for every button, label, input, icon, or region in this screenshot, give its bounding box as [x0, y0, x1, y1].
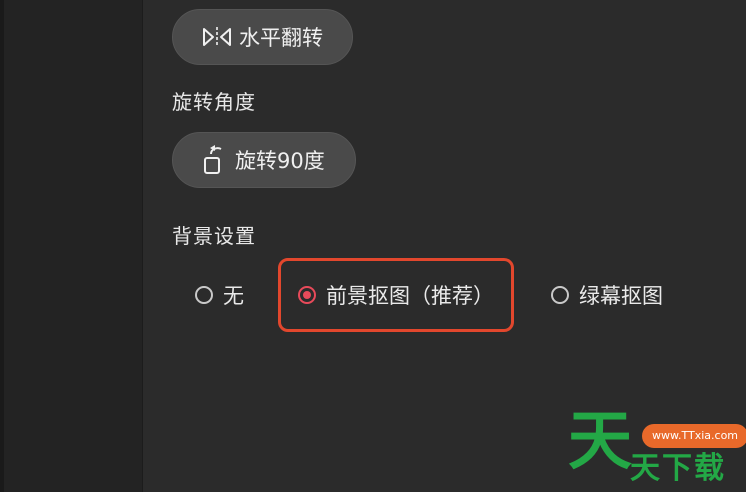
rotation-section-label: 旋转角度 [172, 90, 256, 114]
radio-button[interactable] [195, 286, 213, 304]
watermark-url: www.TTxia.com [642, 424, 746, 448]
flip-horizontal-icon [201, 25, 233, 49]
background-option-foreground-cutout[interactable]: 前景抠图（推荐） [298, 280, 494, 310]
rotate-icon [201, 144, 229, 176]
background-option-foreground-label: 前景抠图（推荐） [326, 284, 494, 308]
background-option-none-label: 无 [223, 284, 244, 308]
left-sidebar [0, 0, 143, 492]
rotate-90-button[interactable]: 旋转90度 [172, 132, 356, 188]
rotate-90-label: 旋转90度 [235, 149, 325, 173]
watermark-big-char: 天 [568, 405, 632, 479]
watermark-text: 天下载 [630, 451, 726, 486]
radio-button-selected[interactable] [298, 286, 316, 304]
watermark-logo: 天 www.TTxia.com 天下载 [568, 410, 746, 490]
background-option-none[interactable]: 无 [195, 280, 244, 310]
left-edge [0, 0, 4, 492]
background-option-greenscreen[interactable]: 绿幕抠图 [551, 280, 663, 310]
radio-button[interactable] [551, 286, 569, 304]
background-option-greenscreen-label: 绿幕抠图 [579, 284, 663, 308]
flip-horizontal-button[interactable]: 水平翻转 [172, 9, 353, 65]
flip-horizontal-label: 水平翻转 [239, 26, 323, 50]
background-section-label: 背景设置 [172, 224, 256, 248]
